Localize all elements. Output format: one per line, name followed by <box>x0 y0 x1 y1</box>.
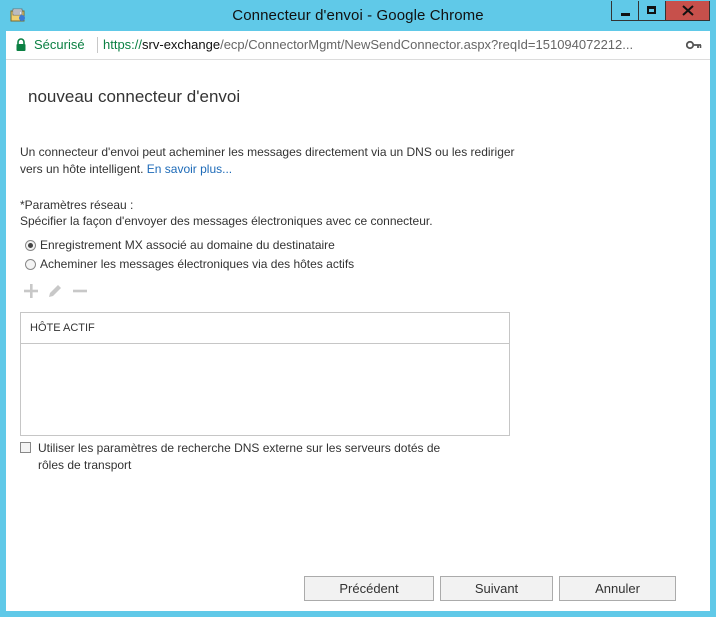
radio-button-checked[interactable] <box>25 239 36 251</box>
minimize-icon <box>621 13 630 16</box>
close-icon <box>682 5 694 16</box>
key-icon[interactable] <box>686 40 702 50</box>
radio-label: Acheminer les messages électroniques via… <box>40 257 355 271</box>
smart-host-table[interactable]: HÔTE ACTIF <box>20 312 510 436</box>
page-content: nouveau connecteur d'envoi Un connecteur… <box>6 60 710 611</box>
window-title: Connecteur d'envoi - Google Chrome <box>232 7 484 24</box>
chrome-window: Connecteur d'envoi - Google Chrome Sécur… <box>0 0 716 617</box>
radio-mx-record[interactable]: Enregistrement MX associé au domaine du … <box>25 238 335 252</box>
external-dns-checkbox[interactable] <box>20 442 31 453</box>
maximize-icon <box>647 6 656 14</box>
url-scheme: https:// <box>103 37 143 52</box>
url-text[interactable]: https://srv-exchange/ecp/ConnectorMgmt/N… <box>103 37 683 52</box>
page-title: nouveau connecteur d'envoi <box>28 87 241 106</box>
lock-icon[interactable] <box>15 38 27 52</box>
radio-smart-hosts[interactable]: Acheminer les messages électroniques via… <box>25 257 354 271</box>
table-header[interactable]: HÔTE ACTIF <box>21 313 509 344</box>
url-path: /ecp/ConnectorMgmt/NewSendConnector.aspx… <box>220 37 634 52</box>
add-icon[interactable] <box>23 283 39 299</box>
learn-more-link[interactable]: En savoir plus... <box>147 162 232 176</box>
column-header-active-host[interactable]: HÔTE ACTIF <box>30 322 95 334</box>
connector-description: Un connecteur d'envoi peut acheminer les… <box>20 144 520 178</box>
url-host: srv-exchange <box>142 37 221 52</box>
description-text: Un connecteur d'envoi peut acheminer les… <box>20 145 515 176</box>
address-bar[interactable]: Sécurisé https://srv-exchange/ecp/Connec… <box>6 31 710 60</box>
network-settings-subtitle: Spécifier la façon d'envoyer des message… <box>20 214 433 228</box>
remove-icon[interactable] <box>72 283 88 299</box>
edit-icon[interactable] <box>47 283 63 299</box>
title-bar[interactable]: Connecteur d'envoi - Google Chrome <box>0 0 716 31</box>
radio-label: Enregistrement MX associé au domaine du … <box>40 238 335 252</box>
external-dns-label: Utiliser les paramètres de recherche DNS… <box>38 441 441 472</box>
minimize-button[interactable] <box>611 1 638 21</box>
secure-label[interactable]: Sécurisé <box>34 37 85 52</box>
cancel-button[interactable]: Annuler <box>559 576 676 601</box>
radio-button[interactable] <box>25 258 36 270</box>
address-separator <box>97 37 98 53</box>
close-button[interactable] <box>665 1 710 21</box>
previous-button[interactable]: Précédent <box>304 576 434 601</box>
maximize-button[interactable] <box>638 1 665 21</box>
next-button[interactable]: Suivant <box>440 576 553 601</box>
network-settings-label: *Paramètres réseau : <box>20 198 134 212</box>
